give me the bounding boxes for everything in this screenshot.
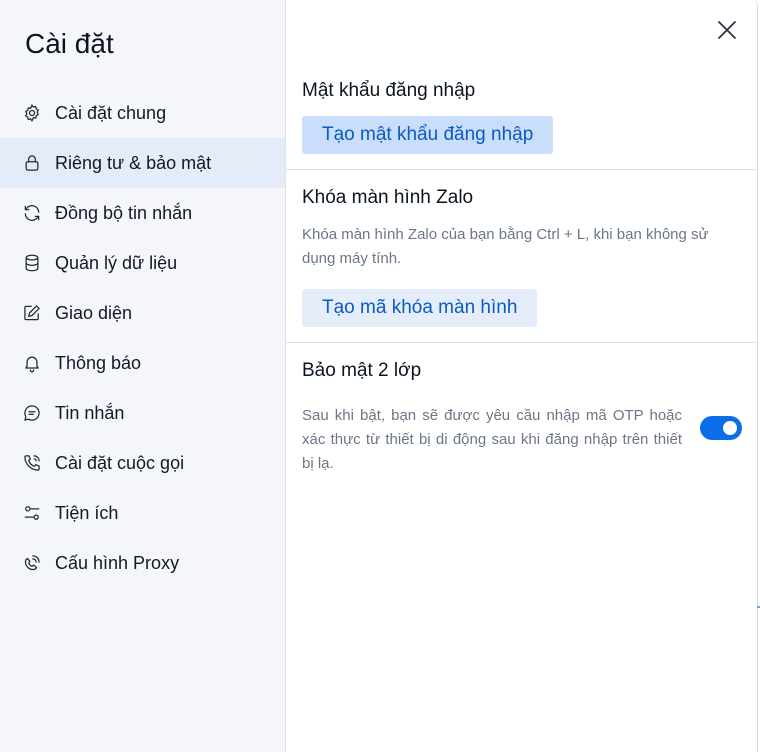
close-icon [718, 21, 736, 39]
password-section: Mật khẩu đăng nhập Tạo mật khẩu đăng nhậ… [286, 76, 758, 170]
nav-item-proxy[interactable]: Cấu hình Proxy [0, 538, 285, 588]
sync-icon [22, 203, 42, 223]
settings-dialog: Cài đặt Cài đặt chung Riêng tư & bảo mật… [0, 0, 758, 752]
nav-label: Riêng tư & bảo mật [55, 152, 212, 173]
nav-item-sync[interactable]: Đồng bộ tin nhắn [0, 188, 285, 238]
toggle-knob [723, 421, 737, 435]
settings-sidebar: Cài đặt Cài đặt chung Riêng tư & bảo mật… [0, 0, 286, 752]
settings-nav: Cài đặt chung Riêng tư & bảo mật Đồng bộ… [0, 88, 285, 588]
nav-label: Cài đặt cuộc gọi [55, 452, 185, 473]
nav-label: Cấu hình Proxy [55, 552, 180, 573]
nav-item-utilities[interactable]: Tiện ích [0, 488, 285, 538]
two-factor-section: Bảo mật 2 lớp Sau khi bật, bạn sẽ được y… [286, 344, 758, 484]
nav-item-notifications[interactable]: Thông báo [0, 338, 285, 388]
phone-icon [22, 453, 42, 473]
nav-label: Quản lý dữ liệu [55, 252, 178, 273]
gear-icon [22, 103, 42, 123]
nav-label: Tiện ích [55, 502, 119, 523]
database-icon [22, 253, 42, 273]
proxy-icon [22, 553, 42, 573]
section-description: Khóa màn hình Zalo của bạn bằng Ctrl + L… [302, 226, 709, 267]
bell-icon [22, 353, 42, 373]
nav-item-appearance[interactable]: Giao diện [0, 288, 285, 338]
edit-icon [22, 303, 42, 323]
create-password-button[interactable]: Tạo mật khẩu đăng nhập [302, 116, 554, 154]
nav-item-privacy-security[interactable]: Riêng tư & bảo mật [0, 138, 285, 188]
section-description: Sau khi bật, bạn sẽ được yêu cầu nhập mã… [302, 407, 682, 472]
nav-item-calls[interactable]: Cài đặt cuộc gọi [0, 438, 285, 488]
close-button[interactable] [715, 18, 739, 42]
chat-icon [22, 403, 42, 423]
nav-item-data[interactable]: Quản lý dữ liệu [0, 238, 285, 288]
two-factor-row: Sau khi bật, bạn sẽ được yêu cầu nhập mã… [302, 390, 758, 476]
nav-item-general[interactable]: Cài đặt chung [0, 88, 285, 138]
sliders-icon [22, 503, 42, 523]
section-title: Mật khẩu đăng nhập [302, 80, 476, 101]
nav-label: Giao diện [55, 302, 133, 323]
section-title: Bảo mật 2 lớp [302, 360, 422, 381]
nav-label: Cài đặt chung [55, 102, 167, 123]
two-factor-toggle[interactable] [700, 416, 742, 440]
settings-content: Mật khẩu đăng nhập Tạo mật khẩu đăng nhậ… [286, 0, 758, 752]
section-title: Khóa màn hình Zalo [302, 187, 474, 208]
nav-label: Tin nhắn [55, 402, 125, 423]
nav-label: Đồng bộ tin nhắn [55, 202, 193, 223]
lock-icon [22, 153, 42, 173]
settings-title: Cài đặt [25, 28, 114, 59]
nav-label: Thông báo [55, 352, 142, 373]
nav-item-messages[interactable]: Tin nhắn [0, 388, 285, 438]
create-lock-code-button[interactable]: Tạo mã khóa màn hình [302, 289, 538, 327]
lock-screen-section: Khóa màn hình Zalo Khóa màn hình Zalo củ… [286, 171, 758, 343]
